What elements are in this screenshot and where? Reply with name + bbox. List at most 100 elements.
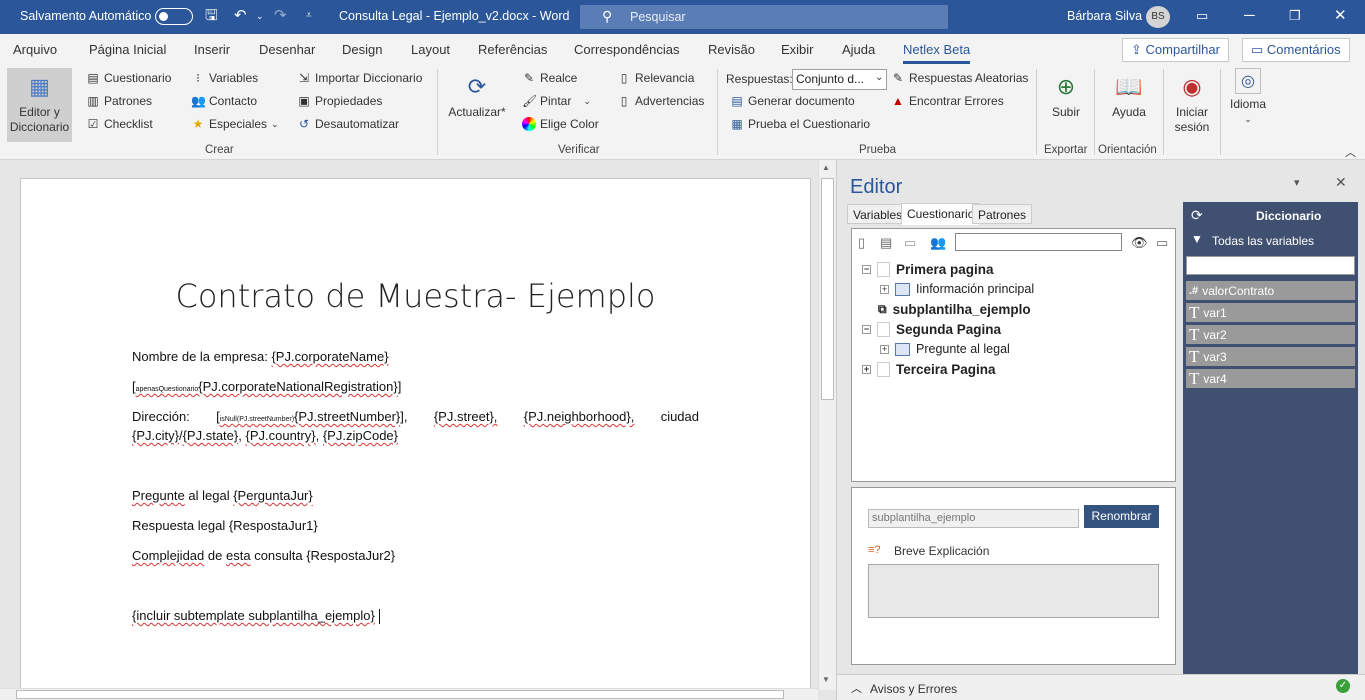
collapse-icon[interactable]: − — [862, 325, 871, 334]
explanation-textarea[interactable] — [868, 564, 1159, 618]
importar-diccionario-button[interactable]: ⇲ Importar Diccionario — [297, 71, 422, 85]
tab-arquivo[interactable]: Arquivo — [13, 42, 57, 57]
ribbon-display-icon[interactable]: ▭ — [1196, 7, 1208, 25]
propiedades-button[interactable]: ▣ Propiedades — [297, 94, 382, 108]
tree-search-input[interactable] — [955, 233, 1122, 251]
close-pane-icon[interactable]: ✕ — [1335, 174, 1347, 191]
tab-netlex-beta[interactable]: Netlex Beta — [903, 42, 971, 64]
chevron-up-icon[interactable]: ︿ — [851, 680, 862, 696]
expand-icon[interactable]: + — [880, 284, 889, 294]
pintar-button[interactable]: 🖌 Pintar ⌄ — [522, 94, 591, 108]
search-box[interactable]: ⚲ Pesquisar — [580, 5, 948, 29]
tab-correspondencias[interactable]: Correspondências — [574, 42, 680, 57]
status-bar: ︿ Avisos y Errores ✓ — [837, 674, 1365, 700]
elige-color-button[interactable]: Elige Color — [522, 117, 599, 131]
refresh-icon[interactable]: ⟳ — [1191, 207, 1203, 224]
share-button[interactable]: ⇪ Compartilhar — [1122, 38, 1229, 62]
undo-icon[interactable]: ↶ — [234, 7, 247, 25]
respuestas-select[interactable]: Conjunto d... — [792, 69, 887, 90]
document-horizontal-scrollbar[interactable] — [0, 688, 818, 700]
scrollbar-thumb[interactable] — [821, 178, 834, 400]
filter-icon[interactable]: ▼ — [1191, 232, 1203, 246]
dict-item-valorcontrato[interactable]: .# valorContrato — [1186, 281, 1355, 300]
avatar[interactable]: BS — [1146, 6, 1170, 28]
patrones-button[interactable]: ▥ Patrones — [86, 94, 152, 108]
relevancia-button[interactable]: ▯ Relevancia — [617, 71, 695, 85]
name-input[interactable]: subplantilha_ejemplo — [868, 509, 1079, 528]
tab-ajuda[interactable]: Ajuda — [842, 42, 875, 57]
comments-button[interactable]: ▭ Comentários — [1242, 38, 1350, 62]
tab-variables[interactable]: Variables — [847, 204, 909, 224]
document-page[interactable]: Contrato de Muestra- Ejemplo Nombre de l… — [20, 178, 811, 700]
document-vertical-scrollbar[interactable]: ▲ ▼ — [818, 160, 836, 690]
rename-button[interactable]: Renombrar — [1084, 505, 1159, 528]
tree-node-informacion[interactable]: + Iinformación principal — [880, 282, 1034, 296]
tab-layout[interactable]: Layout — [411, 42, 450, 57]
dictionary-search-input[interactable] — [1186, 256, 1355, 275]
generar-documento-button[interactable]: ▤ Generar documento — [730, 94, 854, 108]
scroll-up-icon[interactable]: ▲ — [822, 163, 830, 172]
iniciar-sesion-button[interactable]: ◉ Iniciar sesión — [1170, 72, 1214, 135]
variables-button[interactable]: ⁝ Variables — [191, 71, 258, 85]
respuestas-aleatorias-button[interactable]: ✎ Respuestas Aleatorias — [891, 71, 1028, 85]
tab-patrones[interactable]: Patrones — [972, 204, 1033, 224]
tab-exibir[interactable]: Exibir — [781, 42, 814, 57]
tab-inserir[interactable]: Inserir — [194, 42, 230, 57]
tab-referencias[interactable]: Referências — [478, 42, 547, 57]
tab-revisao[interactable]: Revisão — [708, 42, 755, 57]
collapse-ribbon-icon[interactable]: ︿ — [1345, 144, 1356, 160]
pane-options-icon[interactable]: ▾ — [1294, 176, 1300, 189]
subir-button[interactable]: ⊕ Subir — [1044, 72, 1088, 120]
chevron-down-icon[interactable]: ⌄ — [875, 72, 883, 83]
dict-item-var2[interactable]: Tvar2 — [1186, 325, 1355, 344]
especiales-button[interactable]: ★ Especiales ⌄ — [191, 117, 279, 131]
scrollbar-thumb[interactable] — [16, 690, 784, 699]
redo-icon[interactable]: ↷ — [274, 7, 287, 25]
expand-icon[interactable]: + — [880, 344, 889, 354]
contacto-button[interactable]: 👥 Contacto — [191, 94, 257, 108]
customize-qat-icon[interactable]: ⩡ — [306, 7, 312, 25]
close-icon[interactable]: ✕ — [1334, 7, 1347, 25]
restore-icon[interactable]: ❐ — [1289, 7, 1301, 25]
status-label[interactable]: Avisos y Errores — [870, 682, 957, 696]
tab-cuestionario[interactable]: Cuestionario — [901, 203, 981, 225]
minimize-icon[interactable]: ─ — [1244, 7, 1255, 25]
encontrar-errores-button[interactable]: ▲ Encontrar Errores — [891, 94, 1004, 108]
scroll-down-icon[interactable]: ▼ — [822, 675, 830, 684]
desautomatizar-button[interactable]: ↺ Desautomatizar — [297, 117, 399, 131]
expand-icon[interactable]: + — [862, 365, 871, 374]
actualizar-button[interactable]: ⟳ Actualizar* — [446, 72, 508, 120]
save-icon[interactable]: 🖫 — [205, 7, 218, 25]
dict-item-var1[interactable]: Tvar1 — [1186, 303, 1355, 322]
user-name[interactable]: Bárbara Silva — [1067, 9, 1142, 23]
tree-node-primera-pagina[interactable]: − Primera pagina — [862, 262, 994, 277]
users-icon[interactable]: 👥 — [930, 235, 946, 251]
advertencias-button[interactable]: ▯ Advertencias — [617, 94, 705, 108]
editor-diccionario-button[interactable]: ▦ Editor y Diccionario — [7, 68, 72, 142]
tree-node-subplantilha[interactable]: ⧉ subplantilha_ejemplo — [878, 302, 1031, 317]
tab-pagina-inicial[interactable]: Página Inicial — [89, 42, 166, 57]
dict-item-var4[interactable]: Tvar4 — [1186, 369, 1355, 388]
filter-label[interactable]: Todas las variables — [1212, 234, 1314, 248]
undo-dropdown-icon[interactable]: ⌄ — [256, 7, 264, 25]
street-number-variable: {PJ.streetNumber} — [294, 409, 401, 424]
new-page-icon[interactable]: ▯ — [858, 235, 865, 251]
tree-node-terceira-pagina[interactable]: + Terceira Pagina — [862, 362, 996, 377]
new-group-icon[interactable]: ▭ — [904, 235, 916, 251]
checklist-button[interactable]: ☑ Checklist — [86, 117, 153, 131]
ayuda-button[interactable]: 📖 Ayuda — [1105, 72, 1153, 120]
prueba-cuestionario-button[interactable]: ▦ Prueba el Cuestionario — [730, 117, 870, 131]
cuestionario-button[interactable]: ▤ Cuestionario — [86, 71, 171, 85]
idioma-button[interactable]: ◎ Idioma ⌄ — [1226, 68, 1270, 127]
autosave-toggle[interactable] — [155, 8, 193, 25]
new-form-icon[interactable]: ▤ — [880, 235, 892, 251]
eye-icon[interactable]: 👁 — [1131, 235, 1148, 251]
realce-button[interactable]: ✎ Realce — [522, 71, 577, 85]
tree-node-pregunte[interactable]: + Pregunte al legal — [880, 342, 1010, 356]
tab-desenhar[interactable]: Desenhar — [259, 42, 315, 57]
notes-icon[interactable]: ▭ — [1156, 235, 1168, 251]
tree-node-segunda-pagina[interactable]: − Segunda Pagina — [862, 322, 1001, 337]
collapse-icon[interactable]: − — [862, 265, 871, 274]
dict-item-var3[interactable]: Tvar3 — [1186, 347, 1355, 366]
tab-design[interactable]: Design — [342, 42, 382, 57]
